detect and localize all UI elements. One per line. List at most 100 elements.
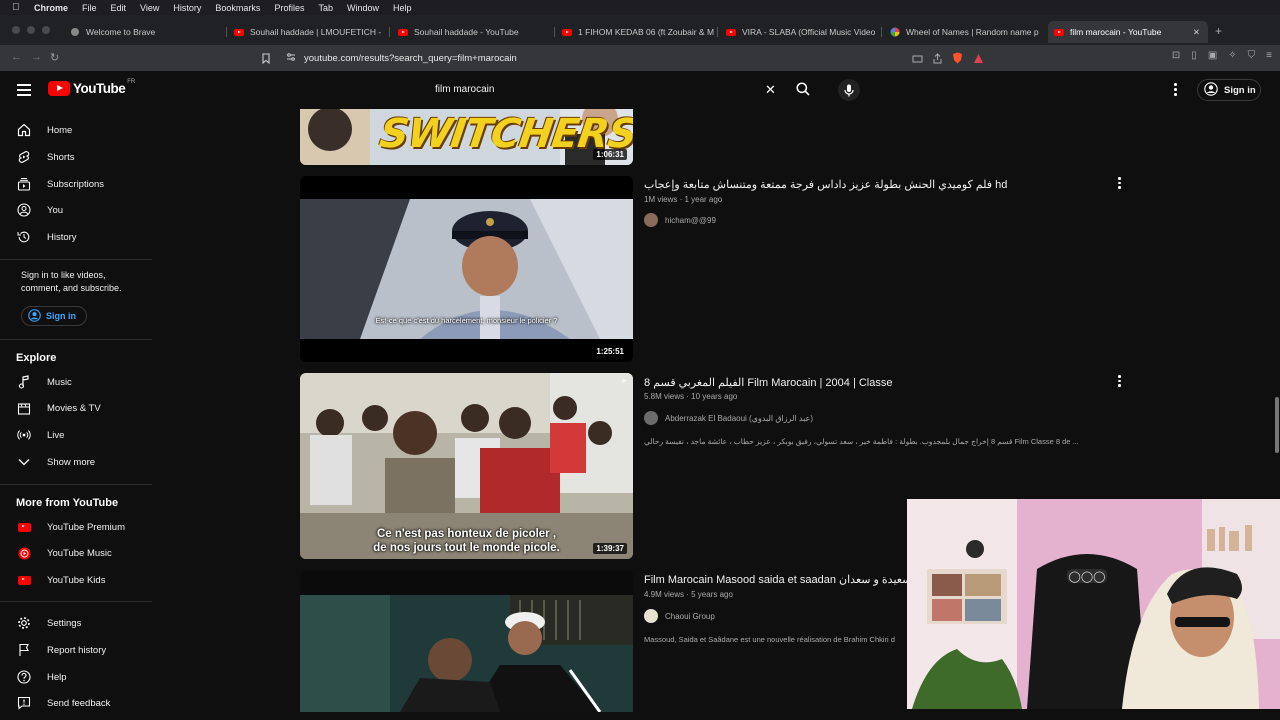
browser-toolbar: ← → ↻ youtube.com/results?search_query=f…: [0, 45, 1280, 71]
channel-link[interactable]: Abderrazak El Badaoui (عبد الرزاق البدوي…: [644, 411, 813, 425]
menu-profiles[interactable]: Profiles: [274, 3, 304, 13]
thumbnail-image: [300, 570, 633, 712]
browser-tab[interactable]: Welcome to Brave: [64, 21, 224, 43]
video-title[interactable]: Film Marocain Masood saida et saadan سعي…: [644, 573, 911, 586]
sidebar-item-send-feedback[interactable]: Send feedback: [0, 691, 152, 715]
browser-tab[interactable]: Souhail haddade | LMOUFETICH -: [228, 21, 386, 43]
site-info-icon[interactable]: [286, 52, 296, 65]
maximize-window-button[interactable]: [42, 26, 50, 34]
account-icon: [1204, 81, 1218, 99]
bookmark-icon[interactable]: [262, 51, 270, 69]
sidebar-item-youtube-kids[interactable]: YouTube Kids: [0, 568, 152, 592]
minimize-window-button[interactable]: [27, 26, 35, 34]
menu-tab[interactable]: Tab: [318, 3, 333, 13]
clear-search-icon[interactable]: ✕: [765, 82, 776, 98]
address-bar[interactable]: youtube.com/results?search_query=film+ma…: [280, 48, 1000, 68]
sidebar-show-more[interactable]: Show more: [0, 450, 152, 474]
scrollbar-thumb[interactable]: [1275, 397, 1279, 453]
channel-link[interactable]: hicham@@99: [644, 213, 716, 227]
menu-file[interactable]: File: [82, 3, 97, 13]
settings-icon: [17, 616, 31, 630]
video-thumbnail[interactable]: ▶ Ce n'est pas honteux de picoler , de n…: [300, 373, 633, 559]
leo-icon[interactable]: ✧: [1228, 50, 1236, 61]
sidebar-item-report-history[interactable]: Report history: [0, 638, 152, 662]
menu-window[interactable]: Window: [347, 3, 379, 13]
sidebar-item-music[interactable]: Music: [0, 370, 152, 394]
sidebar-item-help[interactable]: Help: [0, 665, 152, 689]
thumbnail-image: [300, 176, 633, 362]
close-window-button[interactable]: [12, 26, 20, 34]
menu-history[interactable]: History: [173, 3, 201, 13]
menu-icon[interactable]: ≡: [1266, 50, 1272, 61]
forward-button[interactable]: →: [31, 51, 42, 63]
sidebar-toggle-icon[interactable]: ▯: [1191, 50, 1197, 61]
search-icon[interactable]: [796, 82, 810, 101]
apple-icon[interactable]: : [12, 2, 22, 13]
flag-icon: [17, 643, 31, 657]
video-duration: 1:06:31: [593, 149, 627, 160]
video-more-options-icon[interactable]: [1118, 375, 1121, 387]
video-title[interactable]: فلم كوميدي الحنش بطولة عزيز داداس فرجة م…: [644, 178, 1007, 191]
channel-name: Abderrazak El Badaoui (عبد الرزاق البدوي…: [665, 413, 813, 423]
sidebar-item-label: YouTube Kids: [47, 574, 106, 586]
menu-view[interactable]: View: [140, 3, 159, 13]
sidebar-item-label: Shorts: [47, 151, 75, 163]
signin-prompt: Sign in to like videos, comment, and sub…: [21, 270, 122, 293]
browser-tab[interactable]: Souhail haddade - YouTube: [392, 21, 550, 43]
sidebar-item-label: Report history: [47, 644, 107, 656]
back-button[interactable]: ←: [11, 51, 22, 63]
video-subtitle: Est-ce que c'est du harcèlement, monsieu…: [375, 316, 558, 325]
browser-tab[interactable]: 1 FIHOM KEDAB 06 (ft Zoubair & M: [556, 21, 714, 43]
menubar-app-name[interactable]: Chrome: [34, 3, 68, 13]
brave-shields-icon[interactable]: [952, 51, 963, 69]
reload-button[interactable]: ↻: [50, 51, 59, 64]
sidebar-item-youtube-premium[interactable]: YouTube Premium: [0, 515, 152, 539]
avatar: [644, 213, 658, 227]
sidebar-signin-button[interactable]: Sign in: [21, 306, 87, 326]
sidebar-item-settings[interactable]: Settings: [0, 611, 152, 635]
video-thumbnail[interactable]: SWITCHERS 1:06:31: [300, 109, 633, 165]
video-more-options-icon[interactable]: [1118, 177, 1121, 189]
sidebar-item-youtube-music[interactable]: YouTube Music: [0, 541, 152, 565]
search-input[interactable]: [435, 84, 735, 95]
microphone-icon[interactable]: [838, 79, 860, 101]
browser-tab[interactable]: Wheel of Names | Random name p: [884, 21, 1042, 43]
tab-title: Souhail haddade - YouTube: [414, 27, 519, 37]
new-tab-button[interactable]: +: [1215, 24, 1222, 38]
avatar: [644, 411, 658, 425]
signin-button[interactable]: Sign in: [1197, 79, 1261, 101]
sidebar-item-you[interactable]: You: [0, 198, 152, 222]
sidebar-item-shorts[interactable]: Shorts: [0, 145, 152, 169]
menu-edit[interactable]: Edit: [111, 3, 127, 13]
youtube-icon: [398, 27, 408, 37]
sidebar-item-label: YouTube Premium: [47, 521, 125, 533]
browser-tab[interactable]: VIRA - SLABA (Official Music Video: [720, 21, 878, 43]
channel-link[interactable]: Chaoui Group: [644, 609, 715, 623]
hamburger-menu-icon[interactable]: [17, 84, 31, 99]
sidebar-item-label: YouTube Music: [47, 547, 112, 559]
brave-rewards-icon[interactable]: [973, 51, 984, 69]
youtube-logo[interactable]: YouTube FR: [48, 79, 135, 96]
sidebar-item-history[interactable]: History: [0, 225, 152, 249]
cast-icon[interactable]: [912, 51, 923, 69]
menu-bookmarks[interactable]: Bookmarks: [215, 3, 260, 13]
upload-age: 1 year ago: [684, 195, 723, 204]
menu-help[interactable]: Help: [393, 3, 412, 13]
share-icon[interactable]: [933, 51, 942, 69]
sidebar-item-home[interactable]: Home: [0, 118, 152, 142]
vpn-icon[interactable]: ⛉: [1248, 50, 1256, 61]
more-options-icon[interactable]: [1174, 83, 1177, 96]
sidebar-item-live[interactable]: Live: [0, 423, 152, 447]
sidebar-item-label: Home: [47, 124, 73, 136]
video-title[interactable]: 8 الفيلم المغربي قسم Film Marocain | 200…: [644, 376, 892, 389]
install-icon[interactable]: ⊡: [1172, 50, 1180, 61]
video-thumbnail[interactable]: Est-ce que c'est du harcèlement, monsieu…: [300, 176, 633, 362]
sidebar-item-movies[interactable]: Movies & TV: [0, 396, 152, 420]
close-tab-icon[interactable]: ✕: [1185, 27, 1208, 38]
youtube-icon: [726, 27, 736, 37]
sidebar-item-subscriptions[interactable]: Subscriptions: [0, 172, 152, 196]
wallet-icon[interactable]: ▣: [1208, 50, 1217, 61]
video-thumbnail[interactable]: [300, 570, 633, 712]
browser-tab-active[interactable]: film marocain - YouTube ✕: [1048, 21, 1208, 43]
video-meta: 1M views · 1 year ago: [644, 195, 723, 204]
